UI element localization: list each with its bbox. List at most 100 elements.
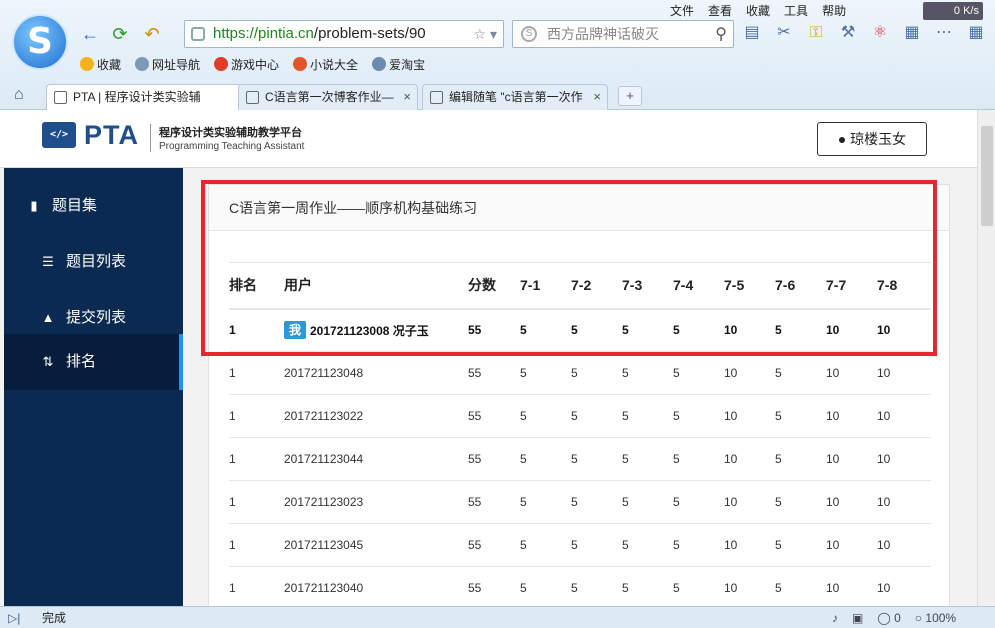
cell-text: 10 — [826, 366, 840, 380]
cell-text: 55 — [468, 538, 482, 552]
bookmark-games[interactable]: 游戏中心 — [214, 56, 279, 73]
cell-text: 5 — [622, 323, 629, 338]
sogou-browser-logo[interactable]: S — [12, 14, 68, 70]
bookmark-novels[interactable]: 小说大全 — [293, 56, 358, 73]
tab-edit[interactable]: 编辑随笔 "c语言第一次作 × — [422, 84, 608, 110]
sidebar-item-problem-sets[interactable]: ▮ 题目集 — [4, 178, 183, 234]
header-rank[interactable]: 排名 — [229, 262, 284, 310]
score-cell: 55 — [468, 566, 520, 606]
menu-item-tools[interactable]: 工具 — [784, 2, 808, 19]
header-problem[interactable]: 7-7 — [826, 262, 877, 310]
app-icon[interactable]: ⚛ — [870, 22, 890, 44]
tab-label: 编辑随笔 "c语言第一次作 — [449, 90, 583, 104]
search-icon[interactable]: ⚲ — [715, 22, 727, 48]
cell-text: 10 — [724, 409, 738, 423]
table-row: 1 201721123048 55 5 5 5 5 10 5 10 10 — [229, 351, 931, 395]
bookmark-label: 小说大全 — [310, 58, 359, 72]
search-box[interactable]: S 西方品牌神话破灭 ⚲ — [512, 20, 734, 48]
problem-score-cell: 5 — [520, 566, 571, 606]
address-bar[interactable]: https://pintia.cn/problem-sets/90 ☆ ▾ — [184, 20, 504, 48]
cell-text: 5 — [520, 538, 527, 552]
close-icon[interactable]: × — [593, 85, 601, 109]
rank-cell: 1 — [229, 394, 284, 438]
header-score[interactable]: 分数 — [468, 262, 520, 310]
cell-text: 5 — [775, 452, 782, 466]
sidebar-expand-icon[interactable]: ▷| — [8, 607, 20, 628]
header-problem[interactable]: 7-3 — [622, 262, 673, 310]
problem-score-cell: 5 — [571, 351, 622, 395]
zoom-level[interactable]: ○ 100% — [915, 607, 956, 628]
header-problem[interactable]: 7-8 — [877, 262, 931, 310]
score-cell: 55 — [468, 394, 520, 438]
toolbox-icon[interactable]: ▣ — [852, 607, 863, 628]
user-cell: 我 201721123008 况子玉 — [284, 308, 468, 352]
problem-score-cell: 10 — [724, 480, 775, 524]
wrench-icon[interactable]: ⚒ — [838, 22, 858, 44]
cell-text: 10 — [724, 581, 738, 595]
subtitle-en: Programming Teaching Assistant — [159, 141, 305, 152]
header-problem[interactable]: 7-6 — [775, 262, 826, 310]
problem-score-cell: 5 — [622, 523, 673, 567]
sidebar-item-problem-list[interactable]: ☰ 题目列表 — [4, 234, 183, 290]
cell-text: 201721123008 况子玉 — [310, 324, 429, 339]
problem-score-cell: 5 — [775, 351, 826, 395]
refresh-icon[interactable]: ⟳ — [108, 22, 132, 46]
home-icon[interactable]: ⌂ — [14, 86, 24, 104]
cell-text: 5 — [622, 452, 629, 466]
ranking-table: 排名 用户 分数 7-1 7-2 7-3 7-4 7-5 7-6 7-7 7-8… — [229, 262, 931, 606]
header-problem[interactable]: 7-1 — [520, 262, 571, 310]
menu-item-file[interactable]: 文件 — [670, 2, 694, 19]
adblock-icon[interactable]: ◯ 0 — [877, 607, 900, 628]
speaker-icon[interactable]: ♪ — [832, 607, 838, 628]
header-problem[interactable]: 7-2 — [571, 262, 622, 310]
problem-score-cell: 5 — [775, 394, 826, 438]
scrollbar-thumb[interactable] — [981, 126, 993, 226]
cell-text: 55 — [468, 452, 482, 466]
problem-score-cell: 10 — [877, 566, 931, 606]
close-icon[interactable]: × — [403, 85, 411, 109]
list-icon: ☰ — [42, 254, 54, 269]
bookmark-favorites[interactable]: 收藏 — [80, 56, 121, 73]
cell-text: 55 — [468, 581, 482, 595]
translate-icon[interactable]: ▦ — [902, 22, 922, 44]
problem-score-cell: 10 — [724, 566, 775, 606]
cell-text: 55 — [468, 366, 482, 380]
problem-score-cell: 5 — [520, 480, 571, 524]
header-problem[interactable]: 7-4 — [673, 262, 724, 310]
header-problem[interactable]: 7-5 — [724, 262, 775, 310]
extension-icon[interactable]: ▤ — [742, 22, 762, 44]
sidebar-item-ranking[interactable]: ⇅ 排名 — [4, 334, 183, 390]
ranking-card: C语言第一周作业——顺序机构基础练习 排名 用户 分数 7-1 7-2 7-3 … — [208, 184, 950, 606]
bookmark-nav[interactable]: 网址导航 — [135, 56, 200, 73]
user-button[interactable]: ● 琼楼玉女 — [817, 122, 927, 156]
key-icon[interactable]: ⚿ — [806, 22, 826, 44]
undo-icon[interactable]: ↶ — [140, 22, 164, 46]
problem-score-cell: 5 — [622, 394, 673, 438]
tab-pta[interactable]: PTA | 程序设计类实验辅 — [46, 84, 242, 110]
menu-item-help[interactable]: 帮助 — [822, 2, 846, 19]
back-arrow-icon[interactable]: ← — [78, 22, 102, 46]
bookmark-taobao[interactable]: 爱淘宝 — [372, 56, 425, 73]
table-row: 1 201721123023 55 5 5 5 5 10 5 10 10 — [229, 480, 931, 524]
me-badge: 我 — [284, 321, 306, 340]
cell-text: 5 — [673, 495, 680, 509]
new-tab-button[interactable]: + — [618, 86, 642, 106]
user-cell: 201721123022 — [284, 394, 468, 438]
pta-logo-icon[interactable]: </> — [42, 122, 76, 148]
menu-item-view[interactable]: 查看 — [708, 2, 732, 19]
pta-logo-text[interactable]: PTA — [84, 120, 139, 151]
problem-score-cell: 10 — [826, 523, 877, 567]
sidebar-toggle-icon[interactable]: ▦ — [966, 22, 986, 44]
more-icon[interactable]: ⋯ — [934, 22, 954, 44]
header-user[interactable]: 用户 — [284, 262, 468, 310]
menu-item-favorites[interactable]: 收藏 — [746, 2, 770, 19]
problem-score-cell: 10 — [877, 351, 931, 395]
scissors-icon[interactable]: ✂ — [774, 22, 794, 44]
cell-text: 10 — [724, 452, 738, 466]
problem-score-cell: 5 — [775, 523, 826, 567]
tab-blog[interactable]: C语言第一次博客作业— × — [238, 84, 418, 110]
sidebar-item-label: 排名 — [66, 353, 97, 370]
pta-favicon-icon — [54, 91, 67, 104]
star-icon[interactable]: ☆ ▾ — [474, 21, 497, 47]
page-scrollbar[interactable] — [977, 110, 995, 606]
